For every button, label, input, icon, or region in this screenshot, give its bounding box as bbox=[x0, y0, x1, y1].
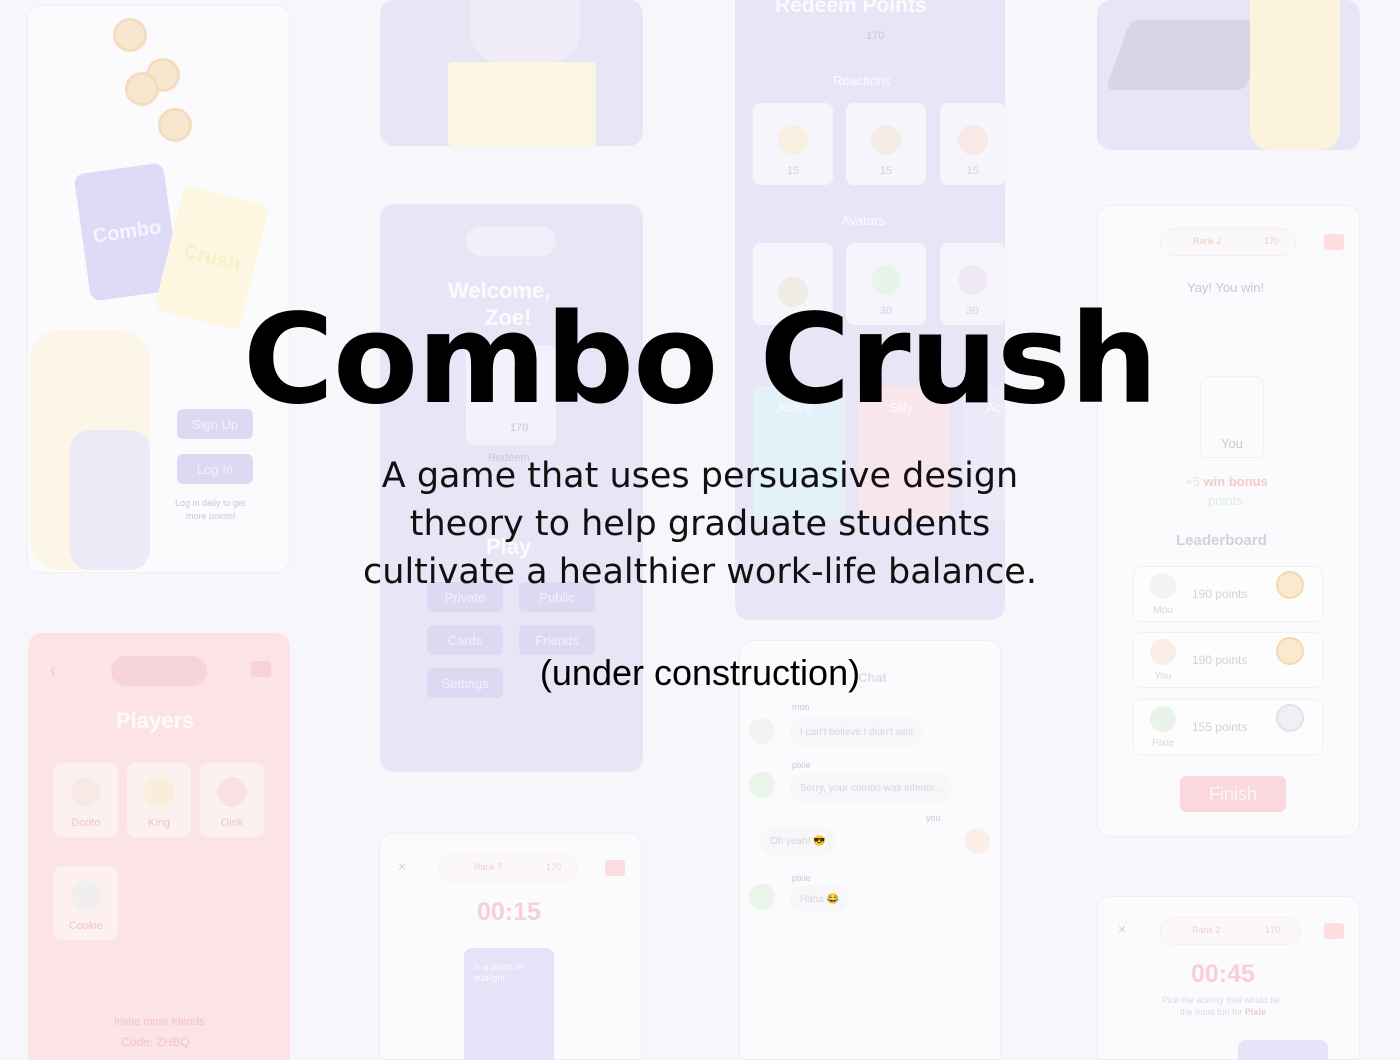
timer-prompt: Pick the activity that would be bbox=[1162, 995, 1281, 1005]
silver-medal-icon bbox=[1276, 704, 1304, 732]
chat-message: Haha 😂 bbox=[790, 885, 850, 913]
chat-sender: pixie bbox=[792, 760, 811, 770]
chat-message: I can't believe I didn't win! bbox=[790, 718, 924, 746]
rank-text: Rank 2 bbox=[1193, 236, 1222, 246]
page-title: Combo Crush bbox=[242, 288, 1158, 432]
leaderboard-points: 155 points bbox=[1192, 720, 1248, 734]
chat-icon[interactable] bbox=[1324, 923, 1344, 939]
chat-icon[interactable] bbox=[605, 860, 625, 876]
chat-sender: moo bbox=[792, 702, 810, 712]
subtitle-line: A game that uses persuasive design bbox=[381, 456, 1019, 496]
rank-text: Rank 7 bbox=[474, 862, 503, 872]
coin-icon bbox=[113, 18, 147, 52]
subtitle-line: cultivate a healthier work-life balance. bbox=[363, 552, 1037, 592]
activity-card[interactable] bbox=[1238, 1040, 1328, 1060]
activity-card-text: sunlight bbox=[474, 973, 506, 983]
figure-illustration bbox=[470, 0, 580, 62]
chat-sender: pixie bbox=[792, 873, 811, 883]
rank-text: Rank 2 bbox=[1192, 925, 1221, 935]
rank-points: 170 bbox=[546, 862, 562, 872]
activity-card-text: in a patch of bbox=[474, 962, 524, 972]
fox-avatar-icon bbox=[964, 828, 990, 854]
coin-icon bbox=[158, 108, 192, 142]
invite-code: Code: ZHBQ bbox=[121, 1035, 190, 1049]
winner-name: You bbox=[1221, 436, 1243, 451]
reaction-tile[interactable]: 15 bbox=[846, 103, 926, 185]
timer-display: 00:45 bbox=[1191, 960, 1255, 988]
player-tile[interactable]: Oink bbox=[200, 763, 264, 837]
chat-sender: you bbox=[926, 813, 941, 823]
cow-avatar-icon bbox=[749, 718, 775, 744]
timer-prompt-line: the most fun for Pixie bbox=[1180, 1007, 1266, 1017]
chat-message: Sorry, your combo was inferior... bbox=[790, 774, 953, 802]
players-screen-mockup bbox=[28, 633, 290, 1060]
player-tile[interactable]: Cookie bbox=[54, 866, 118, 940]
player-tile[interactable]: King bbox=[127, 763, 191, 837]
timer-prompt-text: the most fun for bbox=[1180, 1007, 1243, 1017]
redeem-title: Redeem Points bbox=[775, 0, 927, 17]
construction-note: (under construction) bbox=[539, 652, 861, 693]
frog-avatar-icon bbox=[1150, 706, 1176, 732]
reaction-tile[interactable]: 15 bbox=[753, 103, 833, 185]
trophy-tab-icon bbox=[466, 226, 556, 256]
frog-avatar-icon bbox=[749, 884, 775, 910]
rank-points: 170 bbox=[1264, 236, 1280, 246]
leaderboard-name: Moo bbox=[1153, 605, 1173, 616]
person-illustration bbox=[1250, 0, 1340, 150]
reaction-tile[interactable]: 15 bbox=[940, 103, 1005, 185]
close-icon[interactable]: × bbox=[398, 858, 406, 874]
timer-display: 00:15 bbox=[477, 898, 541, 926]
reactions-label: Reactions bbox=[833, 73, 891, 88]
subtitle-line: theory to help graduate students bbox=[409, 504, 991, 544]
player-tile[interactable]: Dorito bbox=[54, 763, 118, 837]
players-title: Players bbox=[116, 708, 195, 733]
finish-button[interactable]: Finish bbox=[1180, 776, 1286, 812]
redeem-points: 170 bbox=[866, 30, 885, 42]
close-icon[interactable]: × bbox=[1118, 921, 1126, 937]
rank-points: 170 bbox=[1265, 925, 1281, 935]
avatars-label: Avatars bbox=[841, 213, 885, 228]
chat-icon[interactable] bbox=[1324, 234, 1344, 250]
timer-prompt-name: Pixie bbox=[1245, 1007, 1267, 1017]
invite-text: Invite more friends bbox=[114, 1016, 205, 1028]
leaderboard-name: Pixie bbox=[1152, 738, 1174, 749]
box-illustration bbox=[448, 62, 596, 146]
leaderboard-row: Pixie 155 points bbox=[1133, 699, 1323, 755]
tablet-illustration bbox=[1105, 20, 1271, 90]
frog-avatar-icon bbox=[749, 772, 775, 798]
chat-message: Oh yeah! 😎 bbox=[760, 827, 836, 855]
page-subtitle: A game that uses persuasive design theor… bbox=[0, 452, 1400, 596]
coin-icon bbox=[125, 72, 159, 106]
